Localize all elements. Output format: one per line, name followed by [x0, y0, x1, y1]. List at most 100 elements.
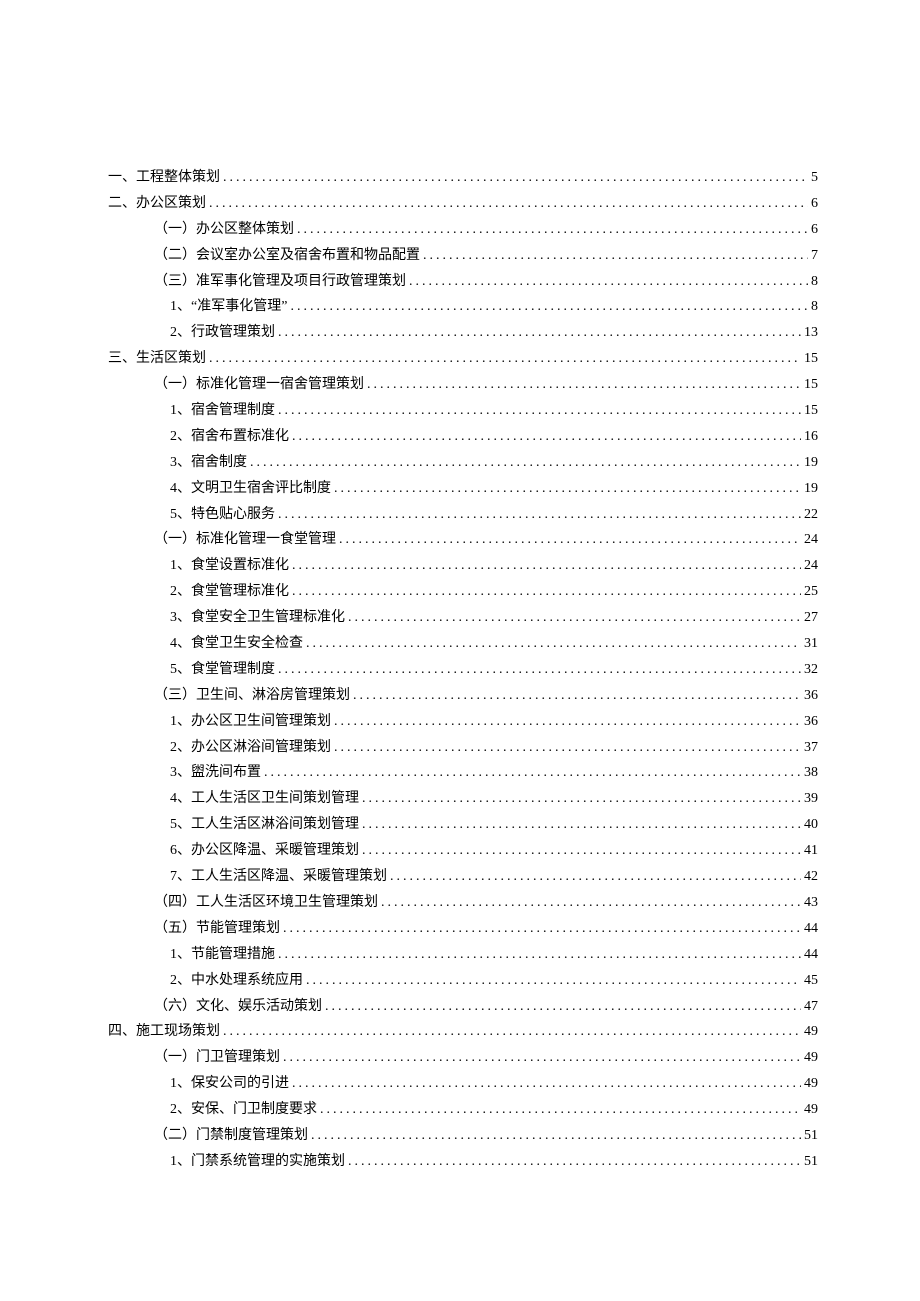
toc-entry[interactable]: 1、办公区卫生间管理策划 36: [108, 709, 818, 735]
toc-entry-page: 51: [804, 1149, 818, 1175]
toc-entry-label: （二）会议室办公室及宿舍布置和物品配置: [154, 243, 420, 269]
toc-dots: [250, 450, 801, 476]
toc-entry-label: 三、生活区策划: [108, 346, 206, 372]
toc-entry-page: 19: [804, 450, 818, 476]
toc-dots: [278, 502, 801, 528]
toc-entry[interactable]: （三）卫生间、淋浴房管理策划36: [108, 683, 818, 709]
toc-entry-label: （一）门卫管理策划: [154, 1045, 280, 1071]
toc-entry[interactable]: 4、文明卫生宿舍评比制度19: [108, 476, 818, 502]
toc-entry[interactable]: 5、食堂管理制度32: [108, 657, 818, 683]
toc-entry-page: 36: [804, 709, 818, 735]
toc-entry-label: （一）标准化管理一宿舍管理策划: [154, 372, 364, 398]
toc-entry[interactable]: 一、工程整体策划5: [108, 165, 818, 191]
toc-entry[interactable]: 3、盥洗间布置38: [108, 760, 818, 786]
toc-entry[interactable]: 3、宿舍制度19: [108, 450, 818, 476]
toc-entry-page: 6: [811, 191, 818, 217]
toc-entry[interactable]: 5、工人生活区淋浴间策划管理40: [108, 812, 818, 838]
toc-entry-label: 2、宿舍布置标准化: [170, 424, 289, 450]
toc-entry-page: 24: [804, 553, 818, 579]
toc-dots: [209, 191, 808, 217]
toc-entry-label: 4、工人生活区卫生间策划管理: [170, 786, 359, 812]
toc-entry[interactable]: 1、“准军事化管理”8: [108, 294, 818, 320]
toc-entry-label: 四、施工现场策划: [108, 1019, 220, 1045]
toc-entry-label: 一、工程整体策划: [108, 165, 220, 191]
toc-entry[interactable]: （二）会议室办公室及宿舍布置和物品配置7: [108, 243, 818, 269]
toc-dots: [209, 346, 801, 372]
toc-entry[interactable]: 四、施工现场策划 49: [108, 1019, 818, 1045]
toc-entry[interactable]: 7、工人生活区降温、采暖管理策划42: [108, 864, 818, 890]
toc-entry[interactable]: （一）标准化管理一宿舍管理策划 15: [108, 372, 818, 398]
toc-entry-label: 1、门禁系统管理的实施策划: [170, 1149, 345, 1175]
toc-dots: [334, 476, 801, 502]
toc-entry-page: 15: [804, 346, 818, 372]
toc-entry[interactable]: 2、宿舍布置标准化 16: [108, 424, 818, 450]
toc-dots: [409, 269, 808, 295]
toc-entry[interactable]: 1、保安公司的引进 49: [108, 1071, 818, 1097]
toc-entry[interactable]: 1、宿舍管理制度15: [108, 398, 818, 424]
toc-entry-label: 2、中水处理系统应用: [170, 968, 303, 994]
toc-entry[interactable]: 二、办公区策划 6: [108, 191, 818, 217]
toc-entry[interactable]: 4、食堂卫生安全检查 31: [108, 631, 818, 657]
toc-entry[interactable]: 2、行政管理策划13: [108, 320, 818, 346]
toc-entry[interactable]: （三）准军事化管理及项目行政管理策划8: [108, 269, 818, 295]
toc-entry-label: 5、工人生活区淋浴间策划管理: [170, 812, 359, 838]
toc-entry[interactable]: （一）门卫管理策划49: [108, 1045, 818, 1071]
toc-entry-label: （六）文化、娱乐活动策划: [154, 994, 322, 1020]
toc-entry-page: 49: [804, 1071, 818, 1097]
toc-dots: [334, 735, 801, 761]
toc-entry[interactable]: 6、办公区降温、采暖管理策划41: [108, 838, 818, 864]
toc-entry[interactable]: 1、节能管理措施44: [108, 942, 818, 968]
toc-entry[interactable]: （一）办公区整体策划6: [108, 217, 818, 243]
toc-entry[interactable]: 3、食堂安全卫生管理标准化27: [108, 605, 818, 631]
toc-entry-page: 37: [804, 735, 818, 761]
toc-dots: [264, 760, 801, 786]
toc-entry-page: 44: [804, 916, 818, 942]
toc-entry-label: 1、办公区卫生间管理策划: [170, 709, 331, 735]
toc-entry-page: 25: [804, 579, 818, 605]
toc-entry-page: 38: [804, 760, 818, 786]
toc-entry[interactable]: 2、办公区淋浴间管理策划37: [108, 735, 818, 761]
table-of-contents: 一、工程整体策划5二、办公区策划 6（一）办公区整体策划6（二）会议室办公室及宿舍…: [108, 165, 818, 1175]
toc-entry[interactable]: （五）节能管理策划 44: [108, 916, 818, 942]
toc-entry-page: 49: [804, 1019, 818, 1045]
toc-entry[interactable]: 1、食堂设置标准化 24: [108, 553, 818, 579]
toc-entry-page: 45: [804, 968, 818, 994]
toc-entry-label: 1、保安公司的引进: [170, 1071, 289, 1097]
toc-dots: [223, 165, 808, 191]
toc-entry-page: 24: [804, 527, 818, 553]
toc-entry-label: 1、食堂设置标准化: [170, 553, 289, 579]
toc-entry[interactable]: 5、特色贴心服务22: [108, 502, 818, 528]
toc-dots: [423, 243, 808, 269]
toc-entry-label: 3、食堂安全卫生管理标准化: [170, 605, 345, 631]
toc-dots: [292, 579, 801, 605]
toc-entry[interactable]: 1、门禁系统管理的实施策划 51: [108, 1149, 818, 1175]
toc-entry[interactable]: （六）文化、娱乐活动策划47: [108, 994, 818, 1020]
toc-dots: [290, 294, 808, 320]
toc-entry-page: 15: [804, 372, 818, 398]
toc-entry[interactable]: （四）工人生活区环境卫生管理策划43: [108, 890, 818, 916]
toc-entry-page: 36: [804, 683, 818, 709]
toc-entry-label: 4、食堂卫生安全检查: [170, 631, 303, 657]
toc-entry[interactable]: 2、中水处理系统应用 45: [108, 968, 818, 994]
toc-dots: [297, 217, 808, 243]
toc-entry[interactable]: （一）标准化管理一食堂管理24: [108, 527, 818, 553]
toc-entry-label: （五）节能管理策划: [154, 916, 280, 942]
toc-dots: [390, 864, 801, 890]
toc-dots: [292, 553, 801, 579]
toc-dots: [306, 631, 801, 657]
toc-entry[interactable]: 三、生活区策划 15: [108, 346, 818, 372]
toc-entry[interactable]: （二）门禁制度管理策划51: [108, 1123, 818, 1149]
toc-dots: [292, 424, 801, 450]
toc-entry[interactable]: 4、工人生活区卫生间策划管理 39: [108, 786, 818, 812]
toc-entry-label: （一）办公区整体策划: [154, 217, 294, 243]
toc-entry-page: 16: [804, 424, 818, 450]
toc-entry-page: 32: [804, 657, 818, 683]
toc-entry-page: 31: [804, 631, 818, 657]
toc-entry[interactable]: 2、安保、门卫制度要求49: [108, 1097, 818, 1123]
toc-entry-page: 39: [804, 786, 818, 812]
toc-entry[interactable]: 2、食堂管理标准化25: [108, 579, 818, 605]
toc-entry-label: 二、办公区策划: [108, 191, 206, 217]
toc-dots: [362, 838, 801, 864]
toc-entry-label: 2、行政管理策划: [170, 320, 275, 346]
toc-entry-page: 8: [811, 269, 818, 295]
